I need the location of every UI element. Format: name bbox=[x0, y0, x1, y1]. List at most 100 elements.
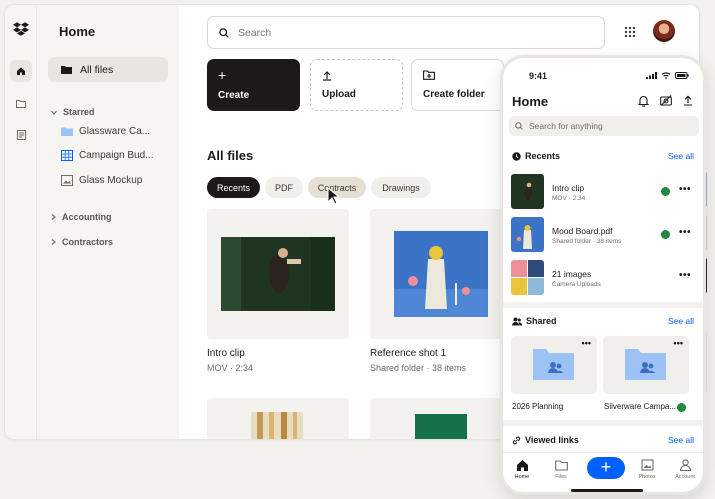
link-icon bbox=[512, 436, 521, 444]
shared-see-all-link[interactable]: See all bbox=[668, 316, 694, 326]
tab-home[interactable]: Home bbox=[507, 459, 537, 480]
signal-icon bbox=[646, 72, 657, 79]
tab-account[interactable]: Account bbox=[670, 459, 700, 480]
section-label: Accounting bbox=[62, 212, 112, 222]
shared-folder-card[interactable]: ••• bbox=[603, 336, 689, 394]
shared-folder-card[interactable]: ••• bbox=[511, 336, 597, 394]
sidebar-section-starred[interactable]: Starred bbox=[51, 107, 95, 117]
recent-name: Intro clip bbox=[552, 183, 585, 193]
tab-label: Account bbox=[675, 474, 695, 480]
phone-page-title: Home bbox=[512, 94, 549, 109]
account-icon bbox=[679, 459, 691, 471]
recent-item[interactable]: Mood Board.pdf Shared folder · 38 items … bbox=[511, 217, 697, 253]
rail-activity-icon[interactable] bbox=[10, 124, 32, 146]
folder-icon bbox=[61, 66, 72, 74]
recent-meta: MOV · 2:34 bbox=[552, 195, 586, 202]
tab-photos[interactable]: Photos bbox=[632, 459, 662, 480]
filter-chip-drawings[interactable]: Drawings bbox=[371, 177, 431, 198]
image-preview bbox=[251, 412, 303, 439]
file-name[interactable]: Intro clip bbox=[207, 348, 245, 359]
filter-chip-pdf[interactable]: PDF bbox=[265, 177, 303, 198]
upload-button[interactable]: Upload bbox=[310, 59, 403, 111]
sidebar-section-accounting[interactable]: Accounting bbox=[51, 212, 112, 222]
rail-folder-icon[interactable] bbox=[10, 92, 32, 114]
add-button[interactable]: + bbox=[587, 457, 625, 479]
recent-item[interactable]: Intro clip MOV · 2:34 ••• bbox=[511, 174, 697, 210]
clock-icon bbox=[512, 151, 521, 161]
sidebar-title: Home bbox=[59, 24, 96, 39]
shared-header: Shared bbox=[512, 316, 557, 326]
spreadsheet-icon bbox=[61, 150, 73, 161]
create-folder-label: Create folder bbox=[423, 89, 485, 100]
recents-header: Recents bbox=[512, 151, 560, 161]
wifi-icon bbox=[661, 72, 671, 79]
more-options-icon[interactable]: ••• bbox=[674, 338, 683, 348]
upload-label: Upload bbox=[322, 89, 356, 100]
sidebar-item-label: Campaign Bud... bbox=[79, 150, 154, 161]
home-indicator bbox=[571, 489, 643, 492]
recent-name: Mood Board.pdf bbox=[552, 226, 613, 236]
search-icon bbox=[219, 27, 229, 38]
create-button[interactable]: + Create bbox=[207, 59, 300, 111]
filter-chip-recents[interactable]: Recents bbox=[207, 177, 260, 198]
tab-files[interactable]: Files bbox=[546, 459, 576, 480]
image-preview bbox=[415, 414, 467, 439]
sidebar-item-label: Glass Mockup bbox=[79, 175, 143, 186]
upload-icon bbox=[323, 71, 331, 81]
file-thumbnail[interactable] bbox=[370, 398, 512, 439]
photo-icon bbox=[640, 459, 654, 471]
file-thumbnail[interactable] bbox=[207, 398, 349, 439]
camera-off-icon[interactable] bbox=[660, 95, 672, 106]
tab-label: Home bbox=[514, 474, 530, 480]
recent-thumbnail bbox=[511, 260, 544, 295]
sidebar-item-label: Glassware Ca... bbox=[79, 126, 151, 137]
search-icon bbox=[515, 122, 523, 130]
section-label: Starred bbox=[63, 107, 95, 117]
recent-name: 21 images bbox=[552, 269, 592, 279]
sidebar-item-starred[interactable]: Campaign Bud... bbox=[61, 150, 175, 161]
more-options-icon[interactable]: ••• bbox=[582, 338, 591, 348]
sidebar-item-starred[interactable]: Glassware Ca... bbox=[61, 126, 175, 137]
new-folder-icon bbox=[423, 70, 435, 80]
plus-icon: + bbox=[218, 67, 227, 83]
sidebar: Home All files Starred Glassware Ca... C… bbox=[37, 5, 179, 439]
section-label: Contractors bbox=[62, 237, 114, 247]
phone-mockup: 9:41 Home Search for anything Recents Se… bbox=[500, 55, 706, 495]
page-title: All files bbox=[207, 148, 254, 163]
more-options-icon[interactable]: ••• bbox=[679, 270, 691, 281]
status-time: 9:41 bbox=[529, 71, 548, 81]
viewed-links-see-all-link[interactable]: See all bbox=[668, 435, 694, 445]
sidebar-item-all-files[interactable]: All files bbox=[48, 57, 168, 82]
upload-icon[interactable] bbox=[683, 95, 693, 106]
bell-icon[interactable] bbox=[638, 95, 649, 107]
file-thumbnail-reference-shot[interactable] bbox=[370, 209, 512, 339]
file-thumbnail-intro-clip[interactable] bbox=[207, 209, 349, 339]
app-grid-icon[interactable] bbox=[624, 26, 636, 38]
avatar[interactable] bbox=[653, 20, 675, 42]
section-divider bbox=[503, 302, 703, 308]
image-icon bbox=[61, 175, 73, 186]
more-options-icon[interactable]: ••• bbox=[679, 227, 691, 238]
phone-search-input[interactable]: Search for anything bbox=[509, 116, 699, 136]
sidebar-item-starred[interactable]: Glass Mockup bbox=[61, 175, 175, 186]
sidebar-section-contractors[interactable]: Contractors bbox=[51, 237, 113, 247]
dropbox-logo-icon[interactable] bbox=[13, 22, 29, 36]
tab-label: Files bbox=[555, 474, 567, 480]
recent-thumbnail bbox=[511, 217, 544, 252]
recent-meta: Shared folder · 38 items bbox=[552, 238, 622, 245]
video-preview-image bbox=[524, 182, 532, 200]
video-preview-image bbox=[221, 237, 335, 311]
photo-preview-image bbox=[516, 225, 532, 249]
create-folder-button[interactable]: Create folder bbox=[411, 59, 504, 111]
rail-home-icon[interactable] bbox=[10, 60, 32, 82]
recents-see-all-link[interactable]: See all bbox=[668, 151, 694, 161]
status-icons bbox=[646, 72, 689, 79]
chevron-right-icon bbox=[51, 214, 56, 220]
file-name[interactable]: Reference shot 1 bbox=[370, 348, 446, 359]
search-input[interactable]: Search bbox=[207, 16, 605, 49]
shared-folder-name: Silverware Campa... bbox=[604, 402, 677, 411]
image-grid-preview bbox=[511, 260, 544, 295]
recent-item[interactable]: 21 images Camera Uploads ••• bbox=[511, 260, 697, 296]
file-meta: Shared folder · 38 items bbox=[370, 363, 467, 373]
more-options-icon[interactable]: ••• bbox=[679, 184, 691, 195]
